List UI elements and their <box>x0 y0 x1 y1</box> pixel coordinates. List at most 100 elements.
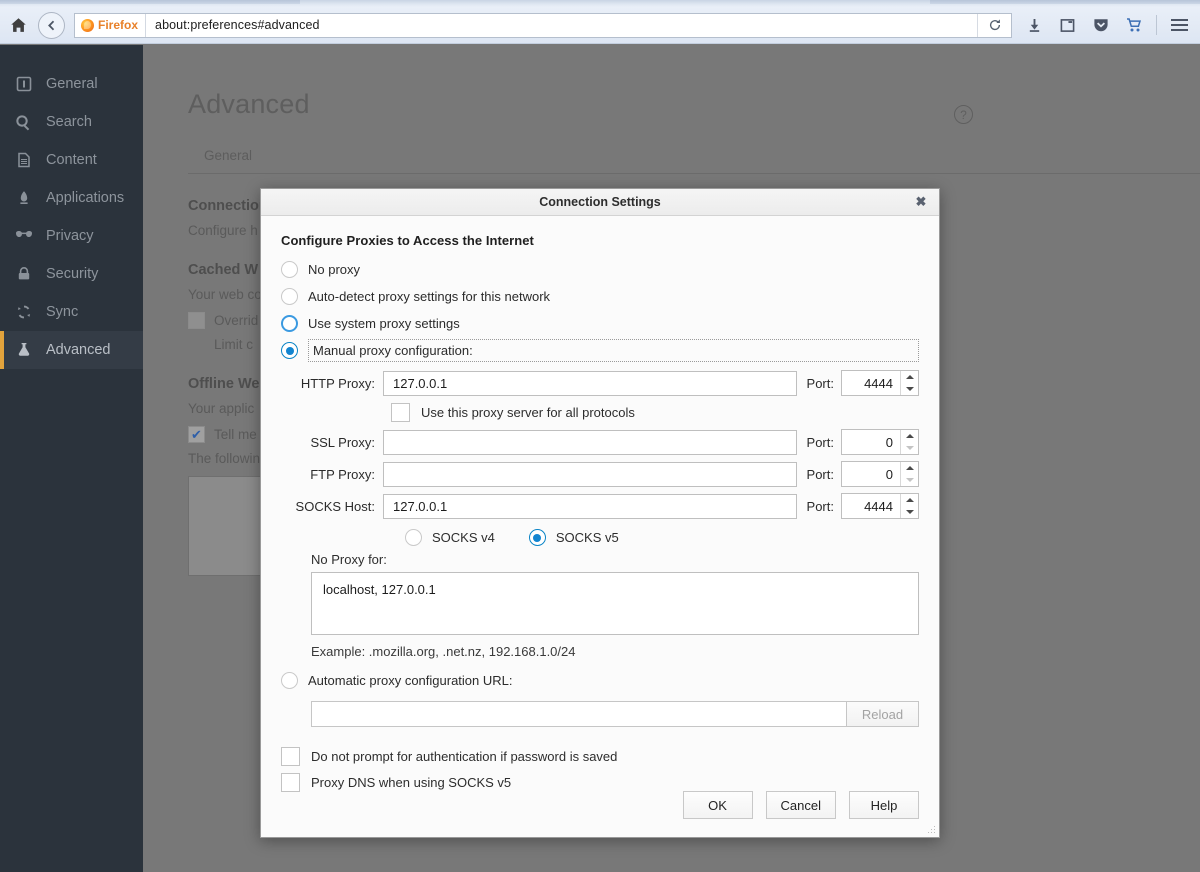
radio-socks-v5[interactable] <box>529 529 546 546</box>
radio-label: Use system proxy settings <box>308 316 460 331</box>
sidebar-label: Search <box>46 114 92 130</box>
sidebar-item-applications[interactable]: Applications <box>0 179 143 217</box>
sidebar-top-spacer <box>0 45 143 65</box>
close-icon[interactable]: ✖ <box>911 189 931 215</box>
stepper-down[interactable] <box>901 383 918 395</box>
ftp-proxy-label: FTP Proxy: <box>281 467 383 482</box>
cancel-button[interactable]: Cancel <box>766 791 836 819</box>
radio-indicator[interactable] <box>281 315 298 332</box>
radio-indicator[interactable] <box>281 261 298 278</box>
page-area: General Search Content Applications <box>0 45 1200 872</box>
ftp-port-value[interactable]: 0 <box>842 462 900 486</box>
ftp-port-label: Port: <box>797 467 841 482</box>
sidebar-label: Privacy <box>46 228 94 244</box>
http-proxy-row: HTTP Proxy: 127.0.0.1 Port: 4444 <box>281 370 919 396</box>
firefox-logo-icon <box>81 19 94 32</box>
tab-general[interactable]: General <box>188 141 268 173</box>
search-icon <box>14 113 33 132</box>
content-icon <box>14 151 33 170</box>
sidebar-item-security[interactable]: Security <box>0 255 143 293</box>
sidebar-item-privacy[interactable]: Privacy <box>0 217 143 255</box>
no-proxy-example: Example: .mozilla.org, .net.nz, 192.168.… <box>311 644 919 659</box>
stepper-up[interactable] <box>901 494 918 506</box>
ftp-port-stepper[interactable]: 0 <box>841 461 919 487</box>
pocket-icon[interactable] <box>1084 10 1117 40</box>
back-arrow-icon <box>44 18 59 33</box>
general-icon <box>14 75 33 94</box>
radio-manual-proxy[interactable]: Manual proxy configuration: <box>281 337 919 364</box>
ok-button[interactable]: OK <box>683 791 753 819</box>
no-prompt-auth-checkbox[interactable] <box>281 747 300 766</box>
radio-system-proxy[interactable]: Use system proxy settings <box>281 310 919 337</box>
menu-icon[interactable] <box>1163 10 1196 40</box>
stepper-down[interactable] <box>901 506 918 518</box>
radio-indicator[interactable] <box>281 672 298 689</box>
radio-pac-url[interactable]: Automatic proxy configuration URL: <box>281 667 919 694</box>
stepper-arrows[interactable] <box>900 462 918 486</box>
tell-me-checkbox[interactable]: ✔ <box>188 426 205 443</box>
stepper-arrows[interactable] <box>900 430 918 454</box>
radio-label: No proxy <box>308 262 360 277</box>
ssl-proxy-input[interactable] <box>383 430 797 455</box>
radio-no-proxy[interactable]: No proxy <box>281 256 919 283</box>
help-question-icon[interactable]: ? <box>954 105 973 124</box>
ssl-port-stepper[interactable]: 0 <box>841 429 919 455</box>
sidebar-item-search[interactable]: Search <box>0 103 143 141</box>
http-port-stepper[interactable]: 4444 <box>841 370 919 396</box>
override-cache-checkbox[interactable] <box>188 312 205 329</box>
url-text[interactable]: about:preferences#advanced <box>146 18 320 32</box>
radio-indicator[interactable] <box>281 288 298 305</box>
stepper-up[interactable] <box>901 371 918 383</box>
http-port-value[interactable]: 4444 <box>842 371 900 395</box>
sidebar-item-sync[interactable]: Sync <box>0 293 143 331</box>
http-proxy-input[interactable]: 127.0.0.1 <box>383 371 797 396</box>
url-bar[interactable]: Firefox about:preferences#advanced <box>74 13 1012 38</box>
tab-strip <box>0 0 1200 7</box>
all-protocols-row[interactable]: Use this proxy server for all protocols <box>391 403 919 422</box>
identity-brand: Firefox <box>75 14 146 37</box>
socks-port-value[interactable]: 4444 <box>842 494 900 518</box>
stepper-arrows[interactable] <box>900 371 918 395</box>
radio-indicator[interactable] <box>281 342 298 359</box>
ssl-proxy-label: SSL Proxy: <box>281 435 383 450</box>
stepper-down[interactable] <box>901 442 918 454</box>
sidebar-item-advanced[interactable]: Advanced <box>0 331 143 369</box>
ftp-proxy-input[interactable] <box>383 462 797 487</box>
all-protocols-checkbox[interactable] <box>391 403 410 422</box>
no-prompt-auth-row[interactable]: Do not prompt for authentication if pass… <box>281 747 919 766</box>
ssl-port-value[interactable]: 0 <box>842 430 900 454</box>
radio-auto-detect[interactable]: Auto-detect proxy settings for this netw… <box>281 283 919 310</box>
stepper-up[interactable] <box>901 430 918 442</box>
socks-port-stepper[interactable]: 4444 <box>841 493 919 519</box>
sidebar-label: Advanced <box>46 342 111 358</box>
dialog-buttons: OK Cancel Help <box>683 791 919 819</box>
library-icon[interactable] <box>1051 10 1084 40</box>
radio-label: Manual proxy configuration: <box>308 339 919 362</box>
dialog-title: Connection Settings <box>539 195 661 209</box>
security-lock-icon <box>14 265 33 284</box>
download-icon[interactable] <box>1018 10 1051 40</box>
no-proxy-textarea[interactable]: localhost, 127.0.0.1 <box>311 572 919 635</box>
http-proxy-label: HTTP Proxy: <box>281 376 383 391</box>
stepper-down[interactable] <box>901 474 918 486</box>
resize-grip-icon[interactable] <box>926 825 936 835</box>
help-button[interactable]: Help <box>849 791 919 819</box>
override-cache-label: Overrid <box>214 313 258 328</box>
connection-settings-dialog: Connection Settings ✖ Configure Proxies … <box>260 188 940 838</box>
stepper-arrows[interactable] <box>900 494 918 518</box>
reload-pac-button[interactable]: Reload <box>847 701 919 727</box>
sidebar-item-content[interactable]: Content <box>0 141 143 179</box>
reload-icon[interactable] <box>977 14 1011 37</box>
stepper-up[interactable] <box>901 462 918 474</box>
radio-socks-v4[interactable] <box>405 529 422 546</box>
pac-url-input[interactable] <box>311 701 847 727</box>
applications-icon <box>14 189 33 208</box>
cart-icon[interactable] <box>1117 10 1150 40</box>
back-button[interactable] <box>38 12 65 39</box>
home-icon[interactable] <box>0 17 36 34</box>
no-prompt-auth-label: Do not prompt for authentication if pass… <box>311 749 617 764</box>
sidebar-item-general[interactable]: General <box>0 65 143 103</box>
no-proxy-label: No Proxy for: <box>311 552 919 567</box>
pac-url-row: Reload <box>311 701 919 727</box>
socks-host-input[interactable]: 127.0.0.1 <box>383 494 797 519</box>
